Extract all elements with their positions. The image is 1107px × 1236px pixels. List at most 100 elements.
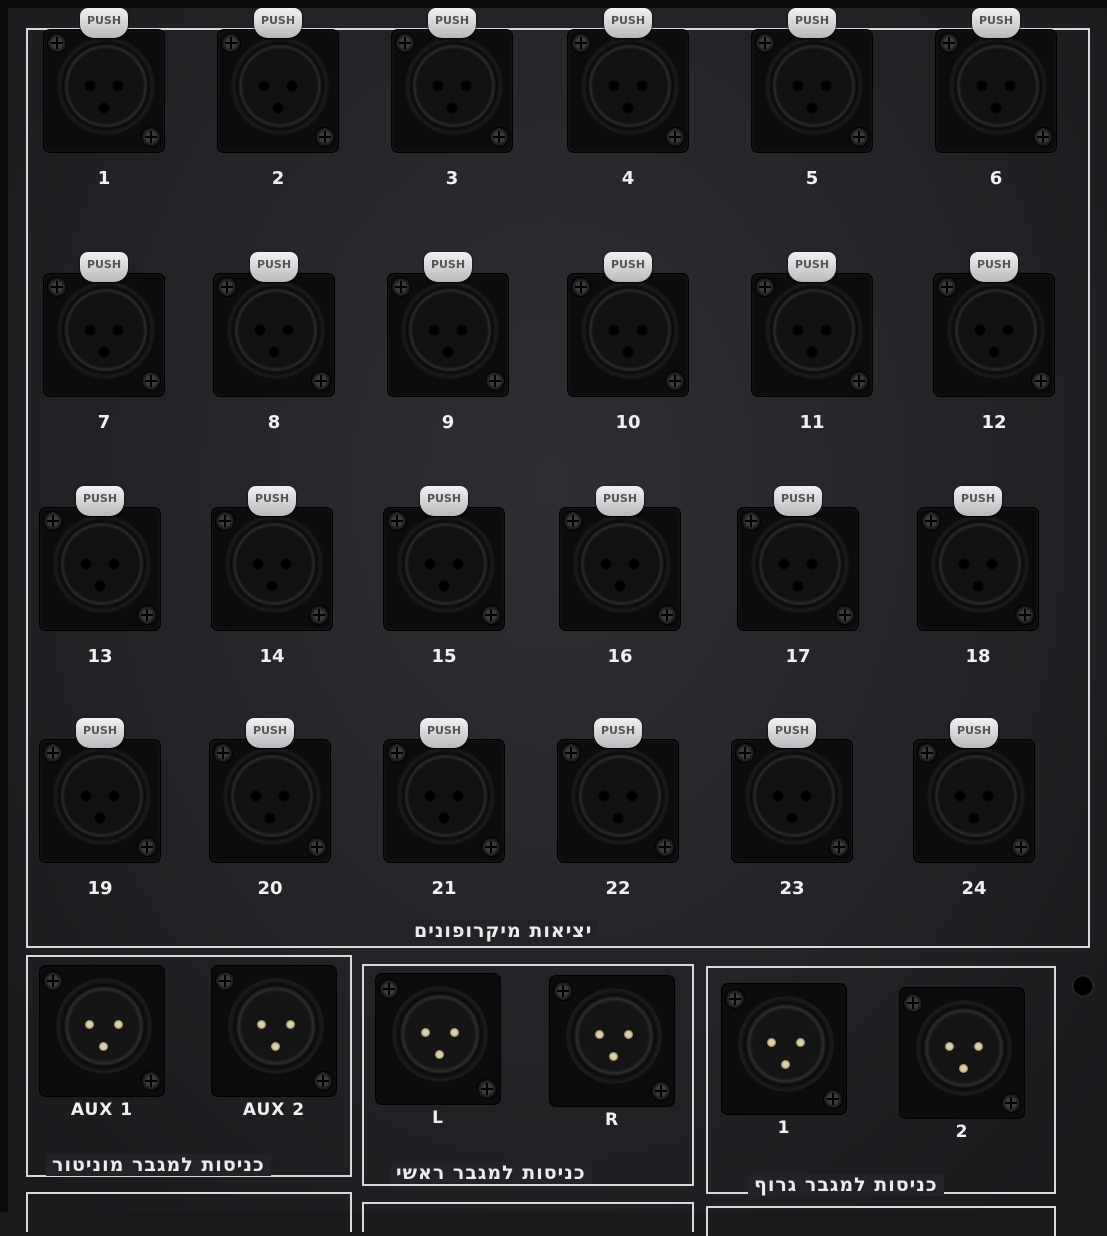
mic-output-21[interactable]: PUSH 21 [376, 718, 512, 899]
push-release-tab[interactable]: PUSH [604, 252, 652, 282]
push-release-tab[interactable]: PUSH [428, 8, 476, 38]
push-release-tab[interactable]: PUSH [768, 718, 816, 748]
push-release-tab[interactable]: PUSH [604, 8, 652, 38]
screw-icon [756, 278, 774, 296]
pin-hole [460, 80, 472, 92]
pin-hole [786, 812, 798, 824]
screw-icon [652, 1082, 670, 1100]
mic-output-15[interactable]: PUSH 15 [376, 486, 512, 667]
push-release-tab[interactable]: PUSH [420, 718, 468, 748]
screw-icon [214, 744, 232, 762]
pin-hole [806, 102, 818, 114]
pin-hole [1004, 80, 1016, 92]
mic-output-24[interactable]: PUSH 24 [906, 718, 1042, 899]
pin-hole [806, 558, 818, 570]
screw-icon [44, 744, 62, 762]
mic-output-16[interactable]: PUSH 16 [552, 486, 688, 667]
mic-output-1[interactable]: PUSH 1 [36, 8, 172, 189]
push-release-tab[interactable]: PUSH [250, 252, 298, 282]
push-release-tab[interactable]: PUSH [80, 252, 128, 282]
group-input-2[interactable]: 2 [892, 984, 1032, 1144]
pin-hole [428, 324, 440, 336]
panel-mount-hole [1072, 975, 1094, 997]
pin-hole [98, 346, 110, 358]
xlr-female-socket [396, 746, 496, 846]
pin [959, 1064, 968, 1073]
push-release-tab[interactable]: PUSH [950, 718, 998, 748]
pin-hole [820, 324, 832, 336]
mic-output-3[interactable]: PUSH 3 [384, 8, 520, 189]
screw-icon [756, 34, 774, 52]
xlr-female-socket [56, 36, 156, 136]
push-release-tab[interactable]: PUSH [246, 718, 294, 748]
pin-hole [598, 790, 610, 802]
push-release-tab[interactable]: PUSH [774, 486, 822, 516]
mic-output-22[interactable]: PUSH 22 [550, 718, 686, 899]
mic-output-23[interactable]: PUSH 23 [724, 718, 860, 899]
pin-hole [264, 812, 276, 824]
push-release-tab[interactable]: PUSH [594, 718, 642, 748]
push-release-tab[interactable]: PUSH [596, 486, 644, 516]
pin-hole [976, 80, 988, 92]
pin-hole [98, 102, 110, 114]
mic-output-20[interactable]: PUSH 20 [202, 718, 338, 899]
mic-output-4[interactable]: PUSH 4 [560, 8, 696, 189]
group-input-1[interactable]: 1 [714, 980, 854, 1140]
mic-output-18[interactable]: PUSH 18 [910, 486, 1046, 667]
push-release-tab[interactable]: PUSH [76, 486, 124, 516]
screw-icon [918, 744, 936, 762]
mic-output-10[interactable]: PUSH 10 [560, 252, 696, 433]
xlr-female-socket [750, 514, 850, 614]
port-number: 7 [97, 412, 111, 433]
push-release-tab[interactable]: PUSH [788, 252, 836, 282]
pin-hole [628, 558, 640, 570]
mic-output-17[interactable]: PUSH 17 [730, 486, 866, 667]
pin [85, 1020, 94, 1029]
mic-output-9[interactable]: PUSH 9 [380, 252, 516, 433]
screw-icon [218, 278, 236, 296]
mic-output-7[interactable]: PUSH 7 [36, 252, 172, 433]
screw-icon [396, 34, 414, 52]
push-release-tab[interactable]: PUSH [424, 252, 472, 282]
mic-output-8[interactable]: PUSH 8 [206, 252, 342, 433]
screw-icon [388, 512, 406, 530]
pin-hole [622, 102, 634, 114]
push-release-tab[interactable]: PUSH [954, 486, 1002, 516]
screw-icon [216, 972, 234, 990]
pin-hole [282, 324, 294, 336]
port-number: 13 [87, 646, 113, 667]
push-release-tab[interactable]: PUSH [788, 8, 836, 38]
mic-output-19[interactable]: PUSH 19 [32, 718, 168, 899]
monitor-input-1[interactable]: AUX 1 [32, 962, 172, 1122]
push-release-tab[interactable]: PUSH [420, 486, 468, 516]
mic-output-2[interactable]: PUSH 2 [210, 8, 346, 189]
push-release-tab[interactable]: PUSH [972, 8, 1020, 38]
patch-panel: יציאות מיקרופונים PUSH 1 PUSH 2 PUSH 3 PUSH 4 PU… [0, 0, 1107, 1236]
main-input-2[interactable]: R [542, 972, 682, 1132]
mic-output-5[interactable]: PUSH 5 [744, 8, 880, 189]
pin-hole [278, 790, 290, 802]
xlr-female-socket [52, 746, 152, 846]
screw-icon [478, 1080, 496, 1098]
pin [114, 1020, 123, 1029]
monitor-input-2[interactable]: AUX 2 [204, 962, 344, 1122]
push-release-tab[interactable]: PUSH [80, 8, 128, 38]
pin [421, 1028, 430, 1037]
screw-icon [482, 838, 500, 856]
push-release-tab[interactable]: PUSH [248, 486, 296, 516]
xlr-female-socket [222, 746, 322, 846]
push-release-tab[interactable]: PUSH [254, 8, 302, 38]
push-release-tab[interactable]: PUSH [76, 718, 124, 748]
screw-icon [1016, 606, 1034, 624]
mic-output-12[interactable]: PUSH 12 [926, 252, 1062, 433]
port-number: 3 [445, 168, 459, 189]
pin-hole [80, 790, 92, 802]
screw-icon [830, 838, 848, 856]
main-input-1[interactable]: L [368, 970, 508, 1130]
mic-output-14[interactable]: PUSH 14 [204, 486, 340, 667]
push-release-tab[interactable]: PUSH [970, 252, 1018, 282]
screw-icon [44, 972, 62, 990]
mic-output-6[interactable]: PUSH 6 [928, 8, 1064, 189]
mic-output-13[interactable]: PUSH 13 [32, 486, 168, 667]
mic-output-11[interactable]: PUSH 11 [744, 252, 880, 433]
